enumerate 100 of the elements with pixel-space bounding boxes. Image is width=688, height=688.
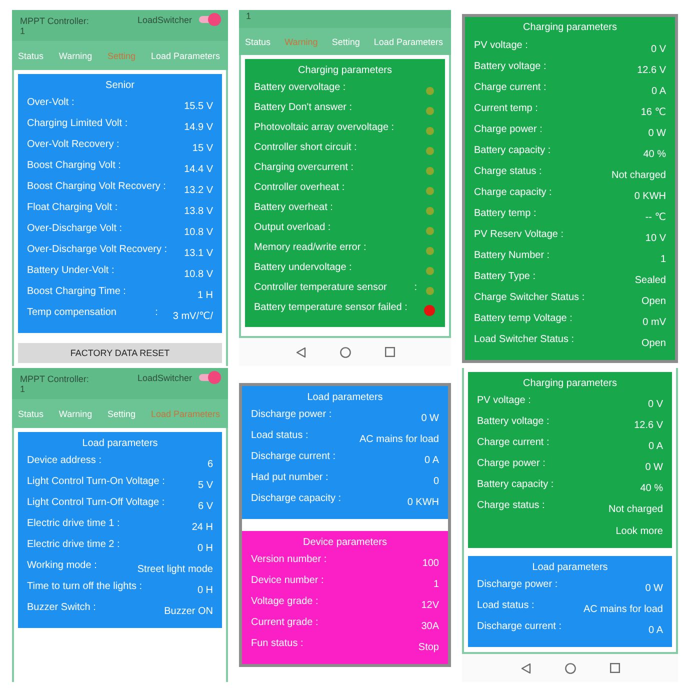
parameter-label: Over-Volt Recovery : <box>27 138 120 151</box>
parameter-label: Battery capacity : <box>477 478 554 491</box>
parameter-label: Battery Under-Volt : <box>27 264 114 277</box>
card-title: Load parameters <box>306 390 384 404</box>
parameter-value: 0 W <box>644 582 663 595</box>
parameter-value: 15 V <box>191 142 213 155</box>
square-icon[interactable] <box>384 347 394 357</box>
alarm-label: Charging overcurrent : <box>254 161 354 174</box>
card-title: Load parameters <box>531 560 609 574</box>
parameter-value: Street light mode <box>136 563 213 576</box>
parameter-value: 1 <box>432 578 439 591</box>
parameter-label: Battery Number : <box>474 248 550 262</box>
parameter-value: 14.4 V <box>183 163 213 176</box>
tab[interactable]: Setting <box>332 36 360 46</box>
parameter-label: Current temp : <box>474 102 538 114</box>
parameter-value: 14.9 V <box>183 121 213 134</box>
card-title: Charging parameters <box>522 21 618 35</box>
parameter-label: Battery temp : <box>474 206 536 220</box>
parameter-value: Sealed <box>634 274 666 286</box>
controller-title: MPPT Controller: <box>20 16 89 26</box>
parameter-value: 10.8 V <box>183 268 213 281</box>
card-title: Charging parameters <box>297 64 393 78</box>
parameter-label: Load Switcher Status : <box>474 332 574 346</box>
parameter-label: Fun status : <box>251 637 304 650</box>
parameter-value: 24 H <box>190 521 213 534</box>
square-icon[interactable] <box>610 663 620 673</box>
parameter-label: Boost Charging Volt Recovery : <box>27 180 166 193</box>
parameter-value: AC mains for load <box>358 433 439 446</box>
tab[interactable]: Warning <box>58 50 92 60</box>
colon-label: : <box>155 306 158 319</box>
parameter-label: Discharge current : <box>251 450 336 463</box>
tab[interactable]: Load Parameters <box>150 408 220 418</box>
parameter-value: 13.8 V <box>183 205 213 218</box>
parameter-value: 12.6 V <box>633 419 663 432</box>
controller-title: MPPT Controller: <box>20 374 89 384</box>
parameter-label: Light Control Turn-Off Voltage : <box>27 496 165 509</box>
tab[interactable]: Status <box>245 36 271 46</box>
controller-number: 1 <box>20 26 26 36</box>
tab[interactable]: Status <box>18 50 44 60</box>
tab[interactable]: Warning <box>284 36 318 46</box>
tab[interactable]: Status <box>18 408 44 418</box>
look-more-link[interactable]: Look more <box>616 526 663 536</box>
parameter-label: Over-Volt : <box>27 96 74 109</box>
parameter-label: Over-Discharge Volt : <box>27 222 122 235</box>
parameter-value: 13.1 V <box>183 247 213 260</box>
alarm-label: Controller short circuit : <box>254 141 357 154</box>
alarm-label: Output overload : <box>254 221 331 234</box>
parameter-label: Voltage grade : <box>251 595 318 608</box>
alarm-label: Battery temperature sensor failed : <box>254 301 408 314</box>
parameter-value: 0 W <box>420 412 439 425</box>
parameter-label: Discharge power : <box>251 408 332 421</box>
parameter-label: Electric drive time 1 : <box>27 517 120 530</box>
parameter-value: 12V <box>420 599 439 612</box>
parameter-label: Had put number : <box>251 471 328 484</box>
tab[interactable]: Warning <box>58 408 92 418</box>
parameter-label: Discharge power : <box>477 578 558 591</box>
tab[interactable]: Load Parameters <box>150 50 220 60</box>
parameter-value: 0 W <box>644 461 663 474</box>
parameter-value: 0 A <box>648 440 663 453</box>
parameter-label: Device number : <box>251 574 324 587</box>
tab[interactable]: Setting <box>108 50 136 60</box>
parameter-label: Battery voltage : <box>477 415 550 428</box>
parameter-value: 40 % <box>639 482 663 495</box>
factory-reset-button[interactable]: FACTORY DATA RESET <box>18 343 222 363</box>
parameter-label: Load status : <box>477 599 534 612</box>
parameter-label: Charge current : <box>477 436 550 449</box>
alarm-label: Photovoltaic array overvoltage : <box>254 121 394 134</box>
parameter-value: 0 A <box>650 84 666 98</box>
parameter-label: Electric drive time 2 : <box>27 538 120 551</box>
controller-number: 1 <box>20 384 26 394</box>
parameter-value: 0 A <box>424 454 439 467</box>
back-icon[interactable] <box>520 662 530 674</box>
parameter-value: 0 <box>432 475 439 488</box>
parameter-label: Charge power : <box>477 457 546 470</box>
parameter-value: 0 mV <box>642 316 666 328</box>
controller-number: 1 <box>246 11 252 21</box>
parameter-label: Charge capacity : <box>474 186 552 198</box>
circle-icon[interactable] <box>340 346 350 358</box>
switch-label: LoadSwitcher <box>137 372 192 382</box>
card-title: Charging parameters <box>522 376 618 390</box>
parameter-label: PV voltage : <box>474 38 528 52</box>
alarm-label: Battery undervoltage : <box>254 261 352 274</box>
tab[interactable]: Setting <box>108 408 136 418</box>
parameter-value: 0 V <box>650 42 666 56</box>
parameter-value: 0 W <box>647 126 666 140</box>
switch-label: LoadSwitcher <box>137 14 192 24</box>
parameter-value: 1 <box>659 252 666 266</box>
parameter-label: Discharge capacity : <box>251 492 342 505</box>
parameter-value: 6 V <box>196 500 213 513</box>
parameter-value: Stop <box>417 641 439 654</box>
load-switch[interactable] <box>197 371 221 384</box>
circle-icon[interactable] <box>564 662 576 674</box>
back-icon[interactable] <box>296 346 306 358</box>
parameter-label: Temp compensation <box>27 306 116 319</box>
parameter-value: 5 V <box>196 479 213 492</box>
load-switch[interactable] <box>197 13 221 26</box>
colon-label: : <box>414 281 417 294</box>
parameter-value: 15.5 V <box>183 100 213 113</box>
tab[interactable]: Load Parameters <box>374 36 443 46</box>
parameter-value: Buzzer ON <box>163 605 213 618</box>
